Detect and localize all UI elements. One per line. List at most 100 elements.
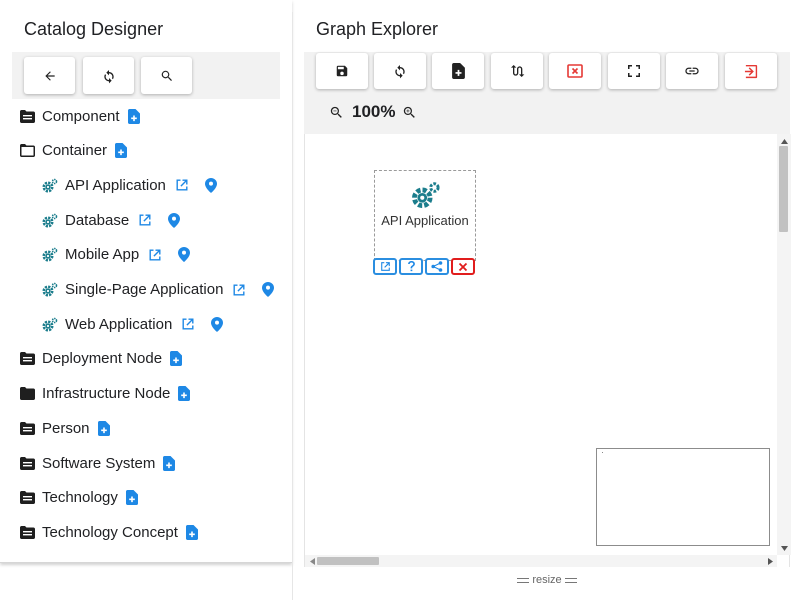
tree-item-label: Database: [65, 211, 130, 229]
resize-label: resize: [532, 574, 562, 586]
gears-icon: [411, 181, 441, 209]
save-button[interactable]: [316, 53, 368, 89]
scroll-left-icon[interactable]: [308, 557, 316, 565]
search-button[interactable]: [141, 57, 192, 94]
open-in-new-icon[interactable]: [137, 212, 153, 228]
link-button[interactable]: [666, 53, 718, 89]
add-file-icon[interactable]: [168, 351, 184, 367]
add-file-icon[interactable]: [161, 455, 177, 471]
exit-icon: [744, 64, 759, 79]
refresh-button[interactable]: [83, 57, 134, 94]
tree-item-deployment-node[interactable]: Deployment Node: [0, 342, 292, 376]
search-icon: [160, 69, 174, 83]
add-file-icon[interactable]: [113, 143, 129, 159]
fullscreen-icon: [628, 65, 640, 77]
refresh-icon: [392, 63, 408, 79]
tree-item-container[interactable]: Container: [0, 134, 292, 168]
delete-node-button[interactable]: [451, 258, 475, 275]
folder-filled-icon: [19, 490, 35, 506]
map-marker-icon[interactable]: [176, 247, 192, 263]
back-button[interactable]: [24, 57, 75, 94]
swap-vertical-icon: [509, 63, 525, 79]
add-file-icon[interactable]: [184, 524, 200, 540]
zoom-in-icon[interactable]: [401, 104, 417, 120]
map-marker-icon[interactable]: [203, 177, 219, 193]
tree-item-single-page-application[interactable]: Single-Page Application: [0, 273, 292, 307]
help-node-button[interactable]: [399, 258, 423, 275]
close-icon: [458, 262, 468, 272]
catalog-title: Catalog Designer: [24, 19, 164, 39]
vertical-scroll-thumb[interactable]: [779, 146, 788, 232]
tree-item-web-application[interactable]: Web Application: [0, 307, 292, 341]
refresh-button[interactable]: [374, 53, 426, 89]
tree-item-api-application[interactable]: API Application: [0, 168, 292, 202]
exit-button[interactable]: [725, 53, 777, 89]
tree-item-database[interactable]: Database: [0, 203, 292, 237]
tree-item-label: Component: [42, 107, 120, 125]
clear-button[interactable]: [549, 53, 601, 89]
map-marker-icon[interactable]: [260, 282, 276, 298]
open-in-new-icon[interactable]: [231, 282, 247, 298]
folder-filled-icon: [19, 351, 35, 367]
folder-filled-icon: [19, 386, 35, 402]
tree-item-label: Technology: [42, 489, 118, 507]
open-in-new-icon[interactable]: [180, 316, 196, 332]
tree-item-software-system[interactable]: Software System: [0, 446, 292, 480]
open-node-button[interactable]: [373, 258, 397, 275]
zoom-level: 100%: [352, 102, 396, 121]
open-in-new-icon[interactable]: [147, 247, 163, 263]
resize-handle[interactable]: resize: [304, 571, 790, 589]
scroll-right-icon[interactable]: [766, 557, 774, 565]
folder-filled-icon: [19, 420, 35, 436]
gears-icon: [42, 177, 58, 193]
add-file-icon[interactable]: [96, 420, 112, 436]
graph-canvas[interactable]: API Application: [304, 134, 791, 567]
gears-icon: [42, 247, 58, 263]
share-node-button[interactable]: [425, 258, 449, 275]
tree-item-label: API Application: [65, 176, 166, 194]
gears-icon: [42, 212, 58, 228]
minimap-node-marker: [602, 452, 603, 453]
scroll-up-icon[interactable]: [780, 137, 788, 145]
link-icon: [684, 63, 700, 79]
folder-filled-icon: [19, 455, 35, 471]
open-in-new-icon[interactable]: [174, 177, 190, 193]
folder-filled-icon: [19, 108, 35, 124]
tree-item-infrastructure-node[interactable]: Infrastructure Node: [0, 377, 292, 411]
save-icon: [335, 64, 349, 78]
arrow-left-icon: [43, 69, 57, 83]
map-marker-icon[interactable]: [166, 212, 182, 228]
tree-item-label: Deployment Node: [42, 350, 163, 368]
catalog-designer-panel: Catalog Designer Component Container API…: [0, 0, 292, 563]
tree-item-technology-concept[interactable]: Technology Concept: [0, 515, 292, 549]
map-marker-icon[interactable]: [209, 316, 225, 332]
new-file-button[interactable]: [432, 53, 484, 89]
tree-item-label: Mobile App: [65, 246, 140, 264]
file-plus-icon: [451, 63, 465, 79]
graph-toolbar: 100%: [304, 52, 790, 134]
add-file-icon[interactable]: [176, 386, 192, 402]
vertical-scrollbar[interactable]: [777, 134, 791, 555]
graph-explorer-panel: Graph Explorer 100% API Application resi…: [304, 0, 800, 600]
horizontal-scrollbar[interactable]: [305, 555, 777, 567]
tree-item-label: Technology Concept: [42, 523, 178, 541]
tree-item-label: Single-Page Application: [65, 281, 224, 298]
tree-item-component[interactable]: Component: [0, 99, 292, 133]
layout-button[interactable]: [491, 53, 543, 89]
graph-node-api-application[interactable]: API Application: [374, 170, 476, 261]
graph-minimap[interactable]: [596, 448, 770, 546]
zoom-out-icon[interactable]: [328, 104, 344, 120]
gears-icon: [42, 316, 58, 332]
scroll-down-icon[interactable]: [780, 544, 788, 552]
add-file-icon[interactable]: [126, 108, 142, 124]
node-action-bar: [373, 258, 477, 276]
fullscreen-button[interactable]: [608, 53, 660, 89]
add-file-icon[interactable]: [124, 490, 140, 506]
graph-node-label: API Application: [381, 213, 469, 228]
tree-item-technology[interactable]: Technology: [0, 481, 292, 515]
horizontal-scroll-thumb[interactable]: [317, 557, 379, 565]
graph-title: Graph Explorer: [316, 19, 439, 39]
tree-item-mobile-app[interactable]: Mobile App: [0, 238, 292, 272]
panel-divider: [292, 12, 293, 600]
tree-item-person[interactable]: Person: [0, 411, 292, 445]
